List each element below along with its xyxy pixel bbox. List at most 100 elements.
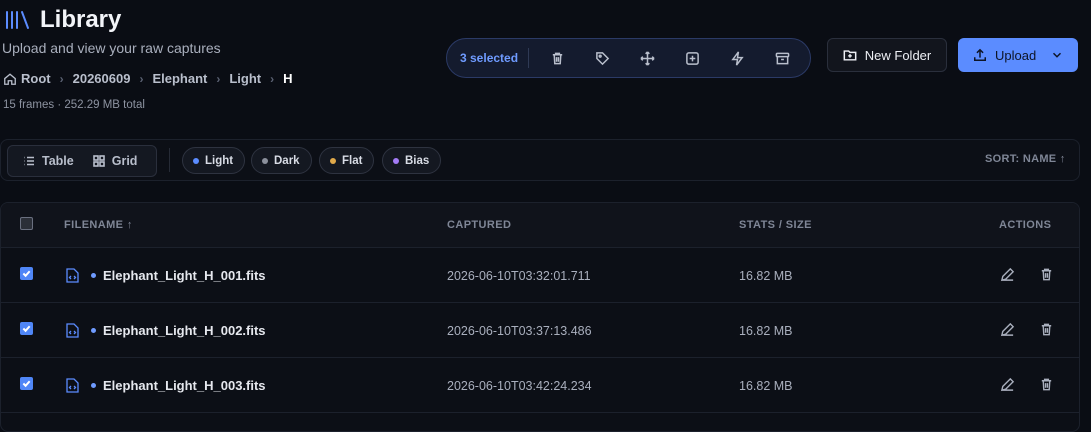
- grid-icon: [92, 155, 105, 167]
- captured-time: 2026-06-10T03:32:01.711: [447, 269, 591, 283]
- column-header-actions: ACTIONS: [999, 219, 1052, 231]
- pencil-icon: [1000, 322, 1015, 337]
- chip-label: Flat: [342, 154, 363, 167]
- archive-icon: [775, 52, 790, 64]
- plus-square-icon: [686, 51, 699, 65]
- move-icon: [640, 50, 655, 66]
- trash-icon: [1041, 378, 1052, 391]
- view-grid-button[interactable]: Grid: [74, 154, 138, 168]
- filter-toolbar: [0, 139, 1080, 181]
- table-row[interactable]: Elephant_Light_H_003.fits 2026-06-10T03:…: [1, 358, 1079, 413]
- file-name[interactable]: Elephant_Light_H_001.fits: [103, 268, 266, 283]
- breadcrumb-item-target[interactable]: Elephant: [152, 71, 207, 86]
- edit-button[interactable]: [1000, 267, 1016, 283]
- chevron-right-icon: ›: [59, 71, 64, 86]
- file-size: 16.82 MB: [739, 379, 793, 393]
- selection-toolbar: 3 selected: [446, 38, 811, 78]
- breadcrumb-item-date[interactable]: 20260609: [73, 71, 131, 86]
- filter-chip-light[interactable]: Light: [182, 147, 246, 174]
- filter-chip-bias[interactable]: Bias: [382, 147, 442, 174]
- edit-button[interactable]: [1000, 377, 1016, 393]
- file-table: FILENAME ↑ CAPTURED STATS / SIZE ACTIONS…: [0, 202, 1080, 432]
- zap-icon: [731, 50, 744, 66]
- chip-color-dot: [262, 157, 268, 164]
- folder-plus-icon: [843, 50, 857, 61]
- chip-color-dot: [393, 157, 399, 164]
- breadcrumb-item-type[interactable]: Light: [229, 71, 261, 86]
- view-table-button[interactable]: Table: [8, 154, 74, 168]
- file-name[interactable]: Elephant_Light_H_002.fits: [103, 323, 266, 338]
- chip-label: Bias: [405, 154, 430, 167]
- chip-label: Dark: [274, 154, 300, 167]
- move-selected-button[interactable]: [625, 38, 670, 78]
- breadcrumb-item-root[interactable]: Root: [21, 71, 51, 86]
- column-header-stats[interactable]: STATS / SIZE: [739, 219, 812, 231]
- view-table-label: Table: [42, 154, 74, 168]
- add-to-set-button[interactable]: [670, 38, 715, 78]
- status-dot: [91, 273, 96, 278]
- table-header: FILENAME ↑ CAPTURED STATS / SIZE ACTIONS: [1, 203, 1079, 248]
- column-header-captured[interactable]: CAPTURED: [447, 219, 511, 231]
- delete-button[interactable]: [1039, 377, 1055, 393]
- list-icon: [24, 156, 34, 166]
- delete-button[interactable]: [1039, 267, 1055, 283]
- page-subtitle: Upload and view your raw captures: [2, 40, 221, 56]
- captured-time: 2026-06-10T03:37:13.486: [447, 324, 592, 338]
- column-header-filename[interactable]: FILENAME ↑: [64, 219, 133, 231]
- breadcrumb: Root › 20260609 › Elephant › Light › H: [3, 71, 293, 86]
- archive-selected-button[interactable]: [760, 38, 805, 78]
- upload-button[interactable]: Upload: [958, 38, 1078, 72]
- delete-selected-button[interactable]: [535, 38, 580, 78]
- file-code-icon: [66, 323, 79, 338]
- filter-chip-flat[interactable]: Flat: [319, 147, 375, 174]
- chevron-down-icon[interactable]: [1050, 48, 1064, 62]
- home-icon: [4, 72, 16, 85]
- chevron-right-icon: ›: [270, 71, 275, 86]
- breadcrumb-item-filter: H: [283, 71, 293, 86]
- row-checkbox[interactable]: [20, 267, 33, 280]
- upload-icon: [974, 48, 986, 61]
- select-all-checkbox[interactable]: [20, 217, 33, 230]
- check-icon: [22, 270, 31, 278]
- divider: [169, 148, 170, 172]
- trash-icon: [552, 52, 563, 64]
- library-icon: [4, 9, 30, 31]
- chevron-right-icon: ›: [139, 71, 144, 86]
- tag-icon: [596, 51, 610, 65]
- chip-label: Light: [205, 154, 234, 167]
- file-size: 16.82 MB: [739, 269, 793, 283]
- new-folder-label: New Folder: [864, 47, 932, 63]
- table-row[interactable]: Elephant_Light_H_001.fits 2026-06-10T03:…: [1, 248, 1079, 303]
- page-title: Library: [40, 6, 122, 33]
- file-size: 16.82 MB: [739, 324, 793, 338]
- row-checkbox[interactable]: [20, 377, 33, 390]
- row-checkbox[interactable]: [20, 322, 33, 335]
- file-code-icon: [66, 378, 79, 393]
- file-name[interactable]: Elephant_Light_H_003.fits: [103, 378, 266, 393]
- process-selected-button[interactable]: [715, 38, 760, 78]
- status-dot: [91, 328, 96, 333]
- tag-selected-button[interactable]: [580, 38, 625, 78]
- selection-count: 3 selected: [460, 51, 519, 65]
- status-dot: [91, 383, 96, 388]
- library-stats: 15 frames · 252.29 MB total: [3, 99, 145, 111]
- captured-time: 2026-06-10T03:42:24.234: [447, 379, 592, 393]
- view-grid-label: Grid: [111, 154, 138, 168]
- new-folder-button[interactable]: New Folder: [827, 38, 947, 72]
- pencil-icon: [1000, 377, 1015, 392]
- chip-color-dot: [330, 157, 336, 164]
- pencil-icon: [1000, 267, 1015, 282]
- check-icon: [22, 325, 31, 333]
- filter-chip-dark[interactable]: Dark: [251, 147, 312, 174]
- edit-button[interactable]: [1000, 322, 1016, 338]
- chip-color-dot: [193, 157, 199, 164]
- chevron-right-icon: ›: [216, 71, 221, 86]
- check-icon: [22, 380, 31, 388]
- sort-control[interactable]: SORT: NAME ↑: [985, 153, 1066, 165]
- file-code-icon: [66, 268, 79, 283]
- trash-icon: [1041, 268, 1052, 281]
- table-row[interactable]: Elephant_Light_H_002.fits 2026-06-10T03:…: [1, 303, 1079, 358]
- divider: [528, 48, 530, 68]
- view-toggle: Table Grid: [7, 145, 157, 177]
- delete-button[interactable]: [1039, 322, 1055, 338]
